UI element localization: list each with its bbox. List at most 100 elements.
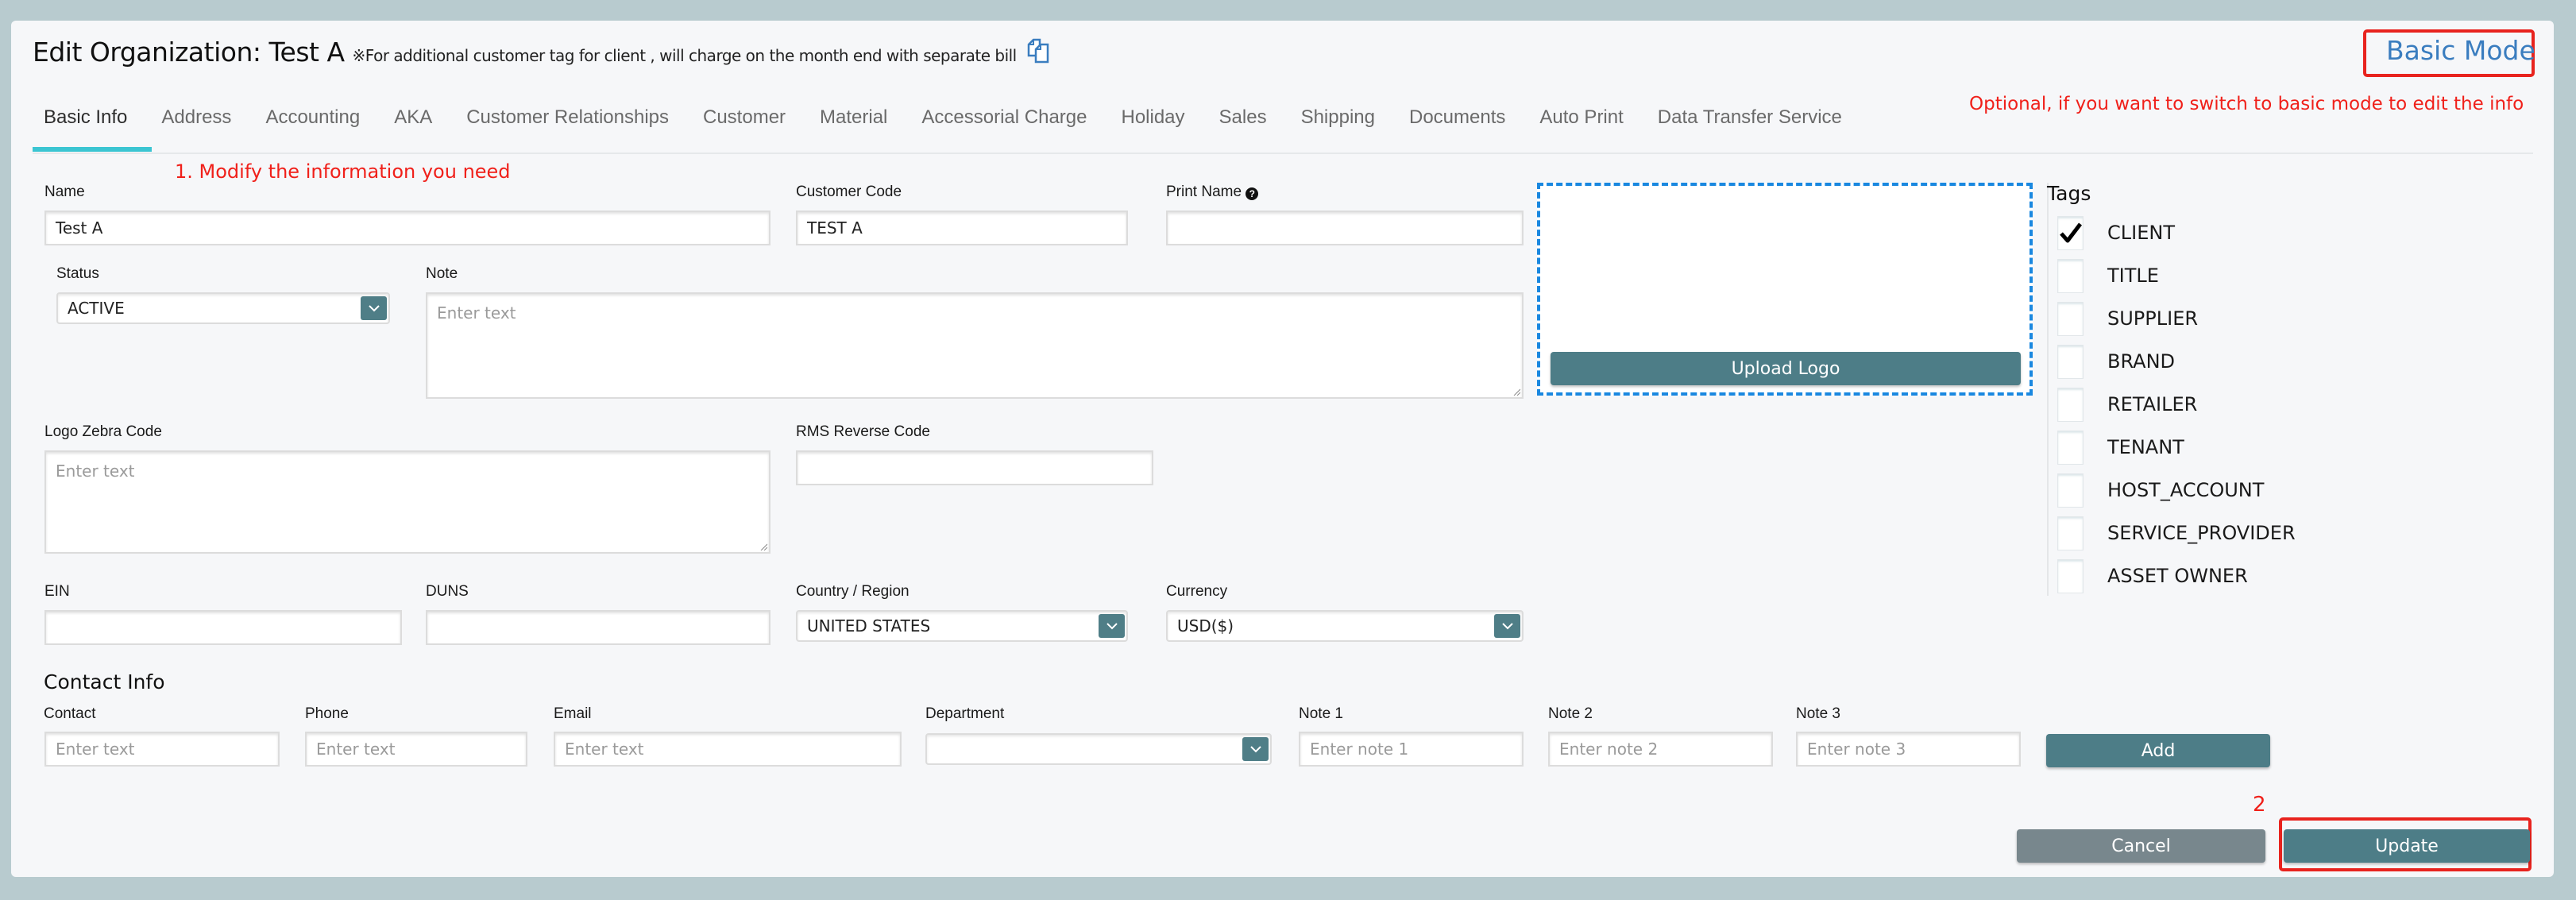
tab-data-transfer-service[interactable]: Data Transfer Service bbox=[1658, 103, 1857, 153]
tag-checkbox[interactable] bbox=[2057, 344, 2084, 379]
update-button[interactable]: Update bbox=[2284, 829, 2530, 863]
tag-checkbox[interactable] bbox=[2057, 258, 2084, 293]
tag-item[interactable]: SUPPLIER bbox=[2047, 299, 2198, 338]
tag-item[interactable]: ASSET OWNER bbox=[2047, 556, 2248, 596]
country-select[interactable]: UNITED STATES bbox=[796, 610, 1128, 642]
tab-customer[interactable]: Customer bbox=[703, 103, 801, 153]
tag-checkbox[interactable] bbox=[2057, 516, 2084, 550]
chevron-down-icon[interactable] bbox=[361, 296, 387, 320]
tag-item[interactable]: TENANT bbox=[2047, 427, 2184, 467]
print-name-input[interactable] bbox=[1166, 211, 1524, 245]
customer-code-input[interactable]: TEST A bbox=[796, 211, 1128, 245]
tag-checkbox[interactable] bbox=[2057, 558, 2084, 593]
upload-logo-button[interactable]: Upload Logo bbox=[1551, 352, 2021, 385]
tab-customer-relationships[interactable]: Customer Relationships bbox=[466, 103, 684, 153]
customer-code-value: TEST A bbox=[807, 218, 863, 238]
phone-input[interactable]: Enter text bbox=[305, 732, 527, 767]
contact-placeholder: Enter text bbox=[56, 740, 135, 759]
department-select[interactable] bbox=[925, 733, 1272, 765]
billing-note: ※For additional customer tag for client … bbox=[352, 46, 1018, 65]
name-label: Name bbox=[44, 183, 85, 200]
checkmark-icon bbox=[2059, 222, 2082, 243]
note3-input[interactable]: Enter note 3 bbox=[1796, 732, 2021, 767]
name-input[interactable]: Test A bbox=[44, 211, 770, 245]
note2-input[interactable]: Enter note 2 bbox=[1548, 732, 1773, 767]
tag-item[interactable]: BRAND bbox=[2047, 342, 2175, 381]
chevron-down-icon[interactable] bbox=[1099, 614, 1125, 638]
note-label: Note bbox=[426, 265, 458, 282]
basic-mode-annotation: Optional, if you want to switch to basic… bbox=[1969, 94, 2524, 114]
note-textarea[interactable]: Enter text bbox=[426, 292, 1524, 399]
currency-value: USD($) bbox=[1177, 616, 1234, 635]
chevron-down-icon[interactable] bbox=[1242, 737, 1269, 761]
tag-checkbox[interactable] bbox=[2057, 387, 2084, 422]
country-label: Country / Region bbox=[796, 583, 910, 600]
tab-aka[interactable]: AKA bbox=[394, 103, 447, 153]
tab-sales[interactable]: Sales bbox=[1219, 103, 1282, 153]
note2-placeholder: Enter note 2 bbox=[1559, 740, 1659, 759]
add-contact-button[interactable]: Add bbox=[2046, 734, 2270, 767]
duns-input[interactable] bbox=[426, 610, 770, 645]
tag-item[interactable]: TITLE bbox=[2047, 256, 2159, 295]
email-input[interactable]: Enter text bbox=[554, 732, 902, 767]
cancel-button[interactable]: Cancel bbox=[2017, 829, 2265, 863]
tab-divider bbox=[33, 153, 2533, 154]
tab-address[interactable]: Address bbox=[161, 103, 246, 153]
tab-basic-info[interactable]: Basic Info bbox=[33, 103, 142, 153]
department-label: Department bbox=[925, 705, 1005, 722]
customer-code-label: Customer Code bbox=[796, 183, 902, 200]
tab-documents[interactable]: Documents bbox=[1409, 103, 1520, 153]
print-name-label: Print Name ? bbox=[1166, 183, 1259, 201]
note3-placeholder: Enter note 3 bbox=[1807, 740, 1906, 759]
resize-handle-icon[interactable] bbox=[759, 543, 767, 550]
tag-item[interactable]: CLIENT bbox=[2047, 213, 2175, 253]
note1-label: Note 1 bbox=[1299, 705, 1343, 722]
phone-label: Phone bbox=[305, 705, 349, 722]
tag-label: HOST_ACCOUNT bbox=[2107, 479, 2265, 501]
rms-reverse-code-input[interactable] bbox=[796, 450, 1153, 485]
tag-item[interactable]: HOST_ACCOUNT bbox=[2047, 470, 2264, 510]
tag-checkbox[interactable] bbox=[2057, 301, 2084, 336]
contact-label: Contact bbox=[44, 705, 96, 722]
note3-label: Note 3 bbox=[1796, 705, 1840, 722]
chevron-down-icon[interactable] bbox=[1494, 614, 1520, 638]
print-name-label-text: Print Name bbox=[1166, 183, 1242, 200]
step1-annotation: 1. Modify the information you need bbox=[175, 160, 511, 183]
ein-input[interactable] bbox=[44, 610, 402, 645]
tag-checkbox[interactable] bbox=[2057, 430, 2084, 465]
name-value: Test A bbox=[56, 218, 103, 238]
tag-label: ASSET OWNER bbox=[2107, 565, 2248, 587]
tab-auto-print[interactable]: Auto Print bbox=[1539, 103, 1638, 153]
contact-input[interactable]: Enter text bbox=[44, 732, 280, 767]
page-title-row: Edit Organization: Test A ※For additiona… bbox=[33, 37, 1050, 68]
tag-checkbox[interactable] bbox=[2057, 215, 2084, 250]
edit-organization-card: Edit Organization: Test A ※For additiona… bbox=[11, 21, 2554, 877]
tag-label: TITLE bbox=[2107, 265, 2159, 287]
note1-placeholder: Enter note 1 bbox=[1310, 740, 1409, 759]
basic-mode-button[interactable]: Basic Mode bbox=[2386, 35, 2535, 66]
status-select[interactable]: ACTIVE bbox=[56, 292, 390, 324]
tag-label: SERVICE_PROVIDER bbox=[2107, 522, 2296, 544]
contact-info-title: Contact Info bbox=[44, 670, 165, 693]
resize-handle-icon[interactable] bbox=[1512, 388, 1520, 396]
tag-label: BRAND bbox=[2107, 350, 2176, 373]
ein-label: EIN bbox=[44, 583, 70, 600]
copy-icon[interactable] bbox=[1026, 37, 1050, 64]
tab-accounting[interactable]: Accounting bbox=[265, 103, 375, 153]
tag-label: SUPPLIER bbox=[2107, 307, 2199, 330]
tag-item[interactable]: SERVICE_PROVIDER bbox=[2047, 513, 2296, 553]
tag-item[interactable]: RETAILER bbox=[2047, 384, 2197, 424]
tab-shipping[interactable]: Shipping bbox=[1301, 103, 1390, 153]
tag-checkbox[interactable] bbox=[2057, 473, 2084, 508]
note2-label: Note 2 bbox=[1548, 705, 1593, 722]
tab-holiday[interactable]: Holiday bbox=[1121, 103, 1199, 153]
question-circle-icon[interactable]: ? bbox=[1246, 187, 1259, 200]
logo-zebra-code-textarea[interactable]: Enter text bbox=[44, 450, 770, 554]
status-label: Status bbox=[56, 265, 99, 282]
currency-select[interactable]: USD($) bbox=[1166, 610, 1524, 642]
page-title: Edit Organization: Test A bbox=[33, 37, 345, 68]
tab-material[interactable]: Material bbox=[820, 103, 902, 153]
tab-accessorial-charge[interactable]: Accessorial Charge bbox=[921, 103, 1102, 153]
note1-input[interactable]: Enter note 1 bbox=[1299, 732, 1524, 767]
tag-label: TENANT bbox=[2107, 436, 2184, 458]
